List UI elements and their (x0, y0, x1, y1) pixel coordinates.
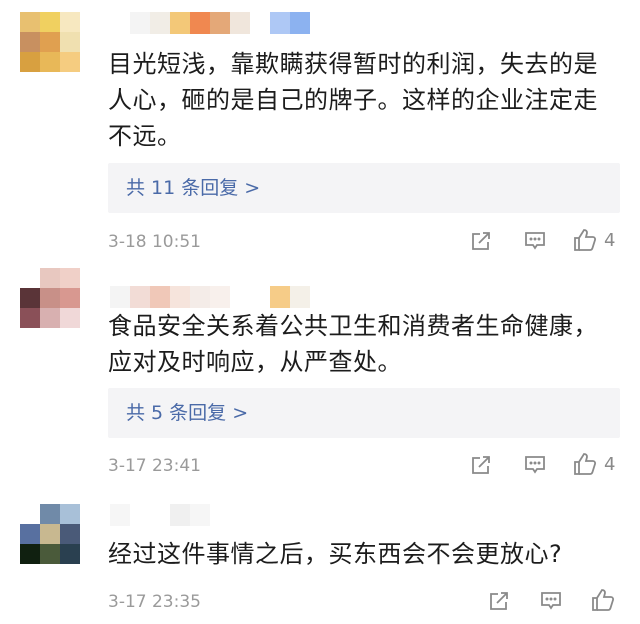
comment-item: 食品安全关系着公共卫生和消费者生命健康，应对及时响应，从严查处。 共 5 条回复… (0, 262, 640, 482)
avatar-pixel (60, 308, 80, 328)
avatar-pixel (40, 32, 60, 52)
replies-link[interactable]: 共 5 条回复 > (108, 388, 620, 438)
username-pixel (150, 286, 170, 308)
username-pixel (270, 286, 290, 308)
avatar-pixel (20, 544, 40, 564)
thumbs-up-icon[interactable] (572, 451, 598, 477)
username-pixel (130, 12, 150, 34)
avatar-pixel (40, 52, 60, 72)
username-pixel (170, 286, 190, 308)
username-pixel (130, 504, 150, 526)
avatar-pixel (20, 504, 40, 524)
username[interactable] (110, 504, 310, 526)
avatar-pixel (60, 12, 80, 32)
username-pixel (170, 504, 190, 526)
timestamp: 3-18 10:51 (108, 232, 201, 252)
avatar[interactable] (20, 504, 80, 564)
username-pixel (170, 12, 190, 34)
avatar-pixel (20, 308, 40, 328)
avatar-pixel (60, 288, 80, 308)
username-pixel (150, 12, 170, 34)
avatar-pixel (60, 32, 80, 52)
avatar-pixel (60, 544, 80, 564)
comment-text: 目光短浅，靠欺瞒获得暂时的利润，失去的是人心，砸的是自己的牌子。这样的企业注定走… (108, 50, 598, 150)
timestamp: 3-17 23:41 (108, 456, 201, 476)
avatar-pixel (40, 288, 60, 308)
avatar[interactable] (20, 12, 80, 72)
comment-icon[interactable] (538, 588, 564, 614)
comment-icon[interactable] (522, 228, 548, 254)
share-icon[interactable] (486, 588, 512, 614)
avatar-pixel (20, 524, 40, 544)
username-pixel (110, 286, 130, 308)
avatar-pixel (60, 52, 80, 72)
comment-item: 经过这件事情之后，买东西会不会更放心? 3-17 23:35 (0, 482, 640, 624)
username-pixel (190, 286, 210, 308)
avatar-pixel (20, 12, 40, 32)
username-pixel (290, 504, 310, 526)
replies-link[interactable]: 共 11 条回复 > (108, 163, 620, 213)
avatar[interactable] (20, 268, 80, 328)
like-count: 4 (604, 454, 616, 475)
comment-text: 经过这件事情之后，买东西会不会更放心? (108, 540, 563, 568)
username[interactable] (110, 12, 310, 34)
username-pixel (270, 12, 290, 34)
like-count: 4 (604, 230, 616, 251)
username-pixel (110, 504, 130, 526)
avatar-pixel (40, 308, 60, 328)
thumbs-up-icon[interactable] (590, 587, 616, 613)
avatar-pixel (40, 524, 60, 544)
avatar-pixel (20, 288, 40, 308)
comment-item: 目光短浅，靠欺瞒获得暂时的利润，失去的是人心，砸的是自己的牌子。这样的企业注定走… (0, 0, 640, 262)
thumbs-up-icon[interactable] (572, 227, 598, 253)
avatar-pixel (20, 268, 40, 288)
username-pixel (210, 286, 230, 308)
username-pixel (210, 12, 230, 34)
username-pixel (150, 504, 170, 526)
avatar-pixel (40, 268, 60, 288)
avatar-pixel (20, 52, 40, 72)
username-pixel (190, 504, 210, 526)
avatar-pixel (20, 32, 40, 52)
username-pixel (110, 12, 130, 34)
avatar-pixel (60, 268, 80, 288)
username-pixel (230, 504, 250, 526)
share-icon[interactable] (468, 228, 494, 254)
username-pixel (210, 504, 230, 526)
avatar-pixel (40, 544, 60, 564)
comment-text: 食品安全关系着公共卫生和消费者生命健康，应对及时响应，从严查处。 (108, 312, 598, 376)
avatar-pixel (60, 504, 80, 524)
username[interactable] (110, 286, 310, 308)
username-pixel (190, 12, 210, 34)
avatar-pixel (40, 504, 60, 524)
username-pixel (230, 286, 250, 308)
share-icon[interactable] (468, 452, 494, 478)
avatar-pixel (60, 524, 80, 544)
username-pixel (250, 12, 270, 34)
avatar-pixel (40, 12, 60, 32)
username-pixel (230, 12, 250, 34)
username-pixel (270, 504, 290, 526)
username-pixel (250, 504, 270, 526)
username-pixel (250, 286, 270, 308)
username-pixel (130, 286, 150, 308)
username-pixel (290, 286, 310, 308)
timestamp: 3-17 23:35 (108, 592, 201, 612)
username-pixel (290, 12, 310, 34)
comment-icon[interactable] (522, 452, 548, 478)
